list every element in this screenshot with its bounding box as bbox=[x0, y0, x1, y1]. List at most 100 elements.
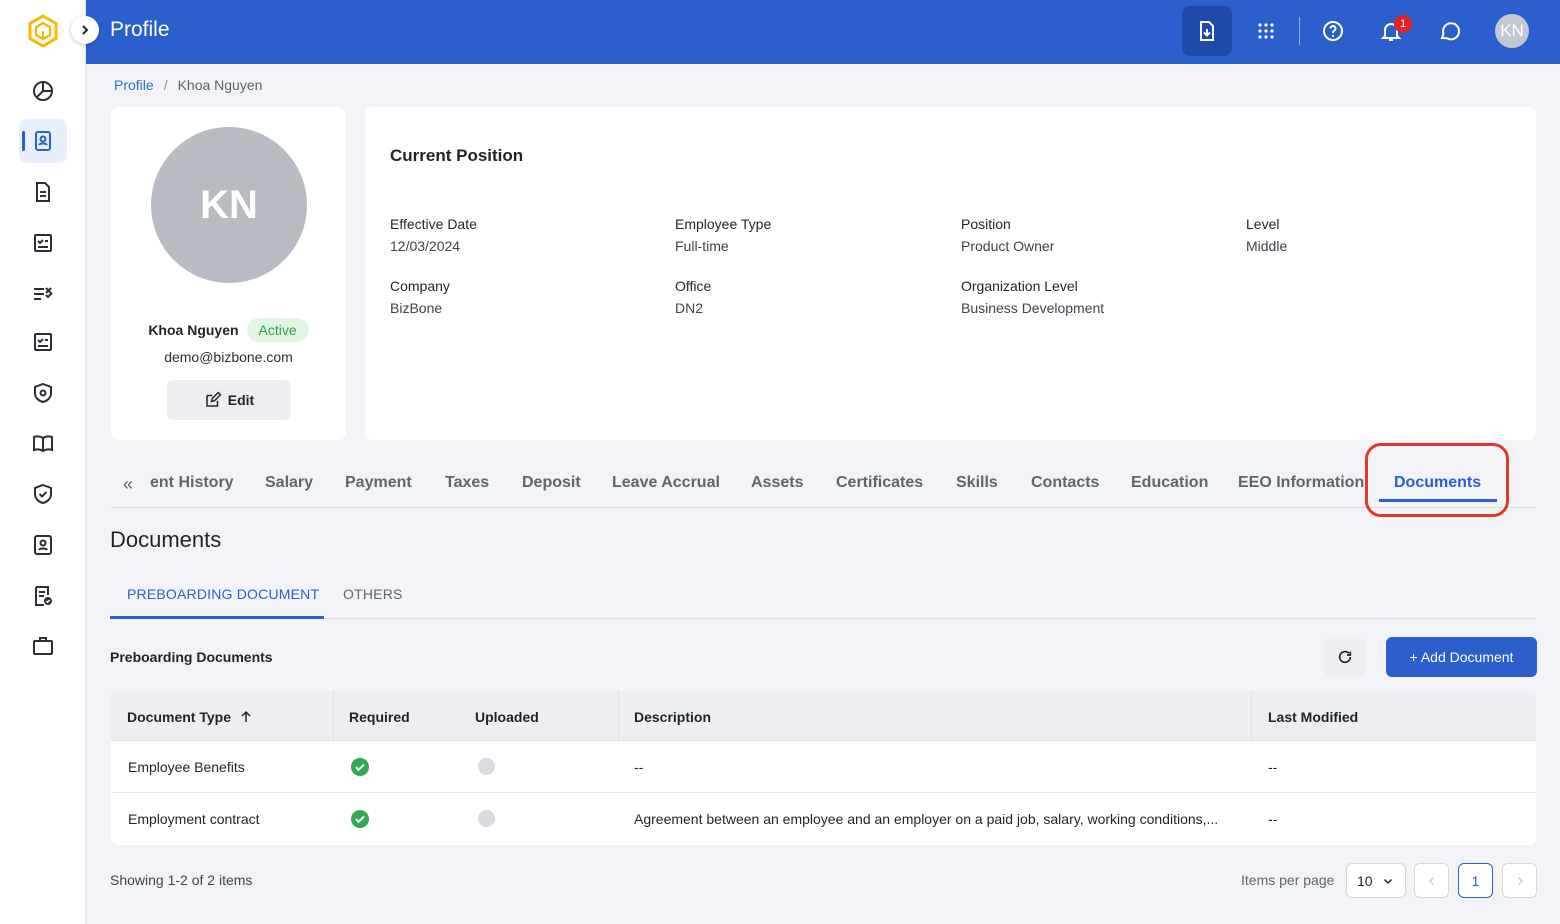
cell-document-type: Employment contract bbox=[128, 811, 260, 827]
field-label: Effective Date bbox=[390, 216, 477, 232]
sidebar-item-compliance[interactable] bbox=[19, 472, 67, 516]
profile-name-row: Khoa Nguyen Active bbox=[111, 318, 346, 342]
field-label: Level bbox=[1246, 216, 1280, 232]
field-label: Company bbox=[390, 278, 450, 294]
field-label: Position bbox=[961, 216, 1011, 232]
refresh-icon bbox=[1338, 650, 1351, 664]
refresh-button[interactable] bbox=[1324, 637, 1365, 677]
page-title: Profile bbox=[110, 18, 170, 41]
sidebar-item-documents[interactable] bbox=[19, 170, 67, 214]
chat-icon bbox=[1440, 22, 1461, 41]
sidebar-item-employees[interactable] bbox=[19, 523, 67, 567]
sidebar-item-jobs[interactable] bbox=[19, 624, 67, 668]
tab-payment[interactable]: Payment bbox=[345, 474, 412, 492]
table-title: Preboarding Documents bbox=[110, 649, 273, 665]
required-check-icon bbox=[351, 810, 369, 828]
field-level: Level Middle bbox=[1246, 216, 1287, 254]
help-icon bbox=[1323, 21, 1343, 41]
cell-last-modified: -- bbox=[1268, 759, 1278, 775]
status-badge: Active bbox=[246, 318, 309, 342]
sidebar-item-profile[interactable] bbox=[19, 119, 67, 163]
field-value: BizBone bbox=[390, 300, 443, 316]
subtab-preboarding[interactable]: PREBOARDING DOCUMENT bbox=[127, 586, 319, 602]
field-company: Company BizBone bbox=[390, 278, 450, 316]
column-label: Document Type bbox=[127, 709, 231, 725]
edit-profile-button[interactable]: Edit bbox=[167, 380, 291, 420]
tab-employment-history[interactable]: ent History bbox=[150, 474, 234, 492]
sidebar-item-checklist[interactable] bbox=[19, 221, 67, 265]
cell-last-modified: -- bbox=[1268, 811, 1278, 827]
field-value: 12/03/2024 bbox=[390, 238, 461, 254]
items-per-page-value: 10 bbox=[1357, 872, 1373, 889]
field-label: Organization Level bbox=[961, 278, 1078, 294]
app-logo-icon[interactable] bbox=[26, 14, 60, 48]
field-value: Full-time bbox=[675, 238, 729, 254]
field-label: Office bbox=[675, 278, 712, 294]
field-office: Office DN2 bbox=[675, 278, 711, 316]
sidebar-item-dashboard[interactable] bbox=[19, 69, 67, 113]
column-description[interactable]: Description bbox=[634, 709, 711, 725]
chevron-right-icon bbox=[1517, 876, 1523, 885]
briefcase-icon bbox=[33, 637, 53, 655]
checkbox-list-icon bbox=[34, 333, 52, 351]
required-check-icon bbox=[351, 758, 369, 776]
breadcrumb-profile-link[interactable]: Profile bbox=[114, 77, 154, 93]
chevron-right-icon bbox=[82, 25, 89, 35]
download-button[interactable] bbox=[1182, 6, 1232, 56]
sidebar-item-approvals[interactable] bbox=[19, 320, 67, 364]
breadcrumb-separator: / bbox=[163, 77, 168, 93]
tab-deposit[interactable]: Deposit bbox=[522, 474, 581, 492]
sidebar-item-handbook[interactable] bbox=[19, 421, 67, 465]
prev-page-button[interactable] bbox=[1414, 863, 1449, 898]
notifications-button[interactable]: 1 bbox=[1366, 6, 1416, 56]
sidebar-toggle-button[interactable] bbox=[71, 16, 99, 44]
column-uploaded[interactable]: Uploaded bbox=[475, 709, 539, 725]
documents-table: Document Type Required Uploaded Descript… bbox=[111, 691, 1536, 845]
messages-button[interactable] bbox=[1425, 6, 1475, 56]
grid-icon bbox=[1258, 23, 1274, 39]
column-divider bbox=[618, 691, 619, 741]
column-document-type[interactable]: Document Type bbox=[127, 709, 253, 725]
add-document-button[interactable]: + Add Document bbox=[1386, 637, 1537, 677]
apps-button[interactable] bbox=[1241, 6, 1291, 56]
documents-subtabs: PREBOARDING DOCUMENT OTHERS bbox=[110, 568, 1536, 619]
sidebar-item-reports[interactable] bbox=[19, 574, 67, 618]
tab-education[interactable]: Education bbox=[1131, 474, 1208, 492]
column-last-modified[interactable]: Last Modified bbox=[1268, 709, 1358, 725]
tab-eeo-information[interactable]: EEO Information bbox=[1238, 474, 1364, 492]
tab-assets[interactable]: Assets bbox=[751, 474, 803, 492]
user-avatar[interactable]: KN bbox=[1495, 14, 1529, 48]
shield-check-icon bbox=[34, 483, 52, 505]
profile-card: KN Khoa Nguyen Active demo@bizbone.com E… bbox=[111, 107, 346, 440]
profile-card-icon bbox=[35, 131, 51, 151]
table-header: Document Type Required Uploaded Descript… bbox=[111, 691, 1536, 741]
sidebar-item-tasks[interactable] bbox=[19, 271, 67, 315]
next-page-button[interactable] bbox=[1502, 863, 1537, 898]
subtab-others[interactable]: OTHERS bbox=[343, 586, 403, 602]
field-effective-date: Effective Date 12/03/2024 bbox=[390, 216, 477, 254]
profile-avatar: KN bbox=[151, 127, 307, 283]
tab-salary[interactable]: Salary bbox=[265, 474, 313, 492]
tab-skills[interactable]: Skills bbox=[956, 474, 998, 492]
tab-certificates[interactable]: Certificates bbox=[836, 474, 923, 492]
header-divider bbox=[1299, 17, 1300, 45]
items-per-page-select[interactable]: 10 bbox=[1346, 863, 1406, 898]
tab-contacts[interactable]: Contacts bbox=[1031, 474, 1099, 492]
shield-at-icon bbox=[34, 382, 52, 404]
tabs-scroll-left-icon[interactable]: « bbox=[123, 474, 133, 495]
document-icon bbox=[36, 182, 50, 202]
table-row[interactable]: Employee Benefits -- -- bbox=[111, 741, 1536, 793]
book-icon bbox=[33, 435, 53, 453]
column-divider bbox=[333, 691, 334, 741]
help-button[interactable] bbox=[1308, 6, 1358, 56]
column-required[interactable]: Required bbox=[349, 709, 410, 725]
sidebar-item-security[interactable] bbox=[19, 371, 67, 415]
page-number-button[interactable]: 1 bbox=[1458, 863, 1493, 898]
tab-taxes[interactable]: Taxes bbox=[445, 474, 489, 492]
tab-leave-accrual[interactable]: Leave Accrual bbox=[612, 474, 720, 492]
table-row[interactable]: Employment contract Agreement between an… bbox=[111, 793, 1536, 845]
pagination-summary: Showing 1-2 of 2 items bbox=[110, 872, 253, 888]
documents-tab-highlight bbox=[1365, 443, 1509, 517]
field-value: Product Owner bbox=[961, 238, 1055, 254]
profile-tabs: « ent History Salary Payment Taxes Depos… bbox=[111, 466, 1536, 508]
